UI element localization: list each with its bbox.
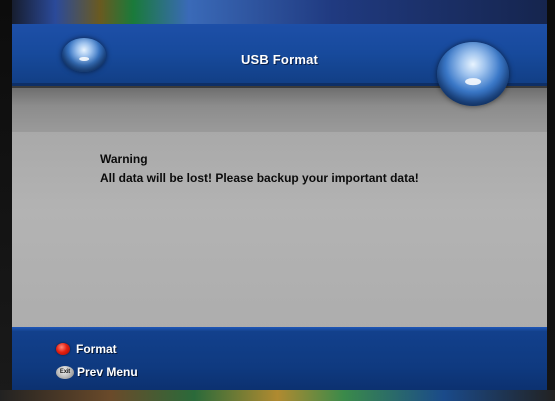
tv-screen: USB Format Warning All data will be lost…: [0, 0, 555, 401]
orb-decoration-icon: [437, 42, 509, 106]
tv-background-bottom: [0, 390, 555, 401]
tv-background-top: [0, 0, 555, 24]
red-button-icon: [56, 343, 70, 355]
warning-message: All data will be lost! Please backup you…: [100, 171, 419, 185]
prev-menu-label: Prev Menu: [77, 365, 138, 379]
warning-title: Warning: [100, 152, 148, 166]
prev-menu-hint[interactable]: Exit Prev Menu: [56, 365, 138, 379]
dialog-footer: [12, 332, 547, 390]
format-label: Format: [76, 342, 117, 356]
format-hint[interactable]: Format: [56, 342, 117, 356]
exit-button-icon: Exit: [56, 365, 74, 379]
usb-format-dialog: USB Format Warning All data will be lost…: [12, 24, 547, 390]
dialog-body: [12, 132, 547, 332]
